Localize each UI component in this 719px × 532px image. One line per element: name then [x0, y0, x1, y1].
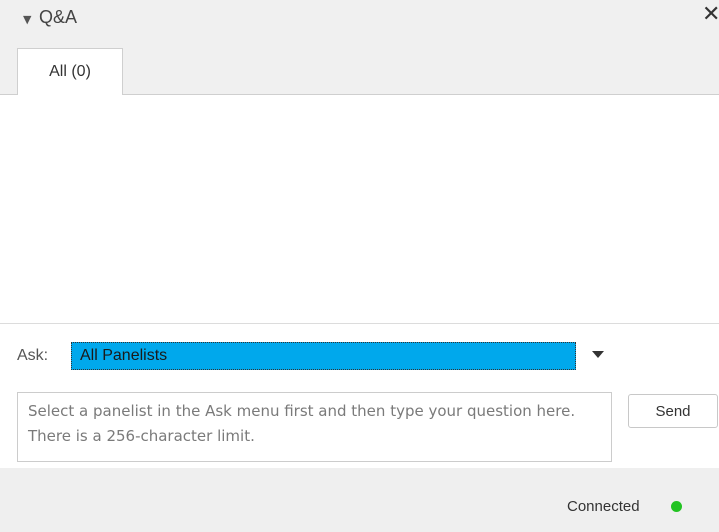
connection-status: Connected: [567, 498, 640, 515]
panel-header: ▼ Q&A ✕: [0, 0, 719, 44]
panel-title: Q&A: [39, 7, 78, 27]
questions-list: [0, 95, 719, 323]
close-icon[interactable]: ✕: [702, 4, 719, 26]
ask-label: Ask:: [17, 347, 49, 364]
tab-all[interactable]: All (0): [17, 48, 123, 95]
ask-selected-option[interactable]: All Panelists: [71, 342, 576, 370]
collapse-arrow-icon[interactable]: ▼: [23, 13, 31, 26]
question-input[interactable]: [17, 392, 612, 462]
ask-dropdown[interactable]: All Panelists: [68, 339, 616, 374]
dropdown-arrow-icon[interactable]: [592, 351, 604, 358]
status-indicator-icon: [671, 501, 682, 512]
send-button[interactable]: Send: [628, 394, 718, 428]
